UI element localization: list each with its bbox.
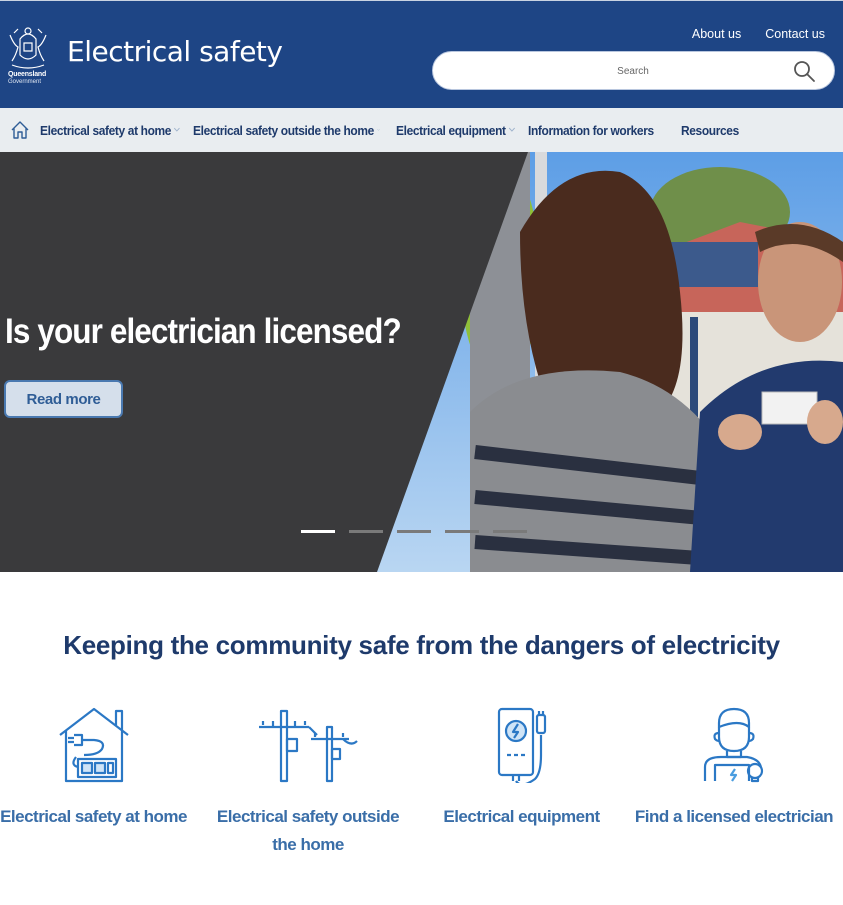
card-label: Find a licensed electrician — [634, 807, 834, 826]
search-input[interactable] — [453, 61, 813, 81]
nav-item-electrical-safety-outside-home[interactable]: Electrical safety outside the home — [193, 123, 380, 138]
hero-dark-panel — [0, 152, 528, 572]
nav-item-label: Information for workers — [528, 122, 654, 138]
read-more-button[interactable]: Read more — [4, 380, 123, 418]
about-us-link[interactable]: About us — [692, 27, 741, 41]
carousel-dot-4[interactable] — [445, 530, 479, 533]
nav-item-label: Resources — [681, 122, 739, 138]
nav-item-label: Electrical equipment — [396, 122, 506, 138]
search-box — [432, 51, 835, 90]
contact-us-link[interactable]: Contact us — [765, 27, 825, 41]
card-electrical-equipment[interactable]: Electrical equipment — [430, 705, 613, 831]
nav-item-label: Electrical safety outside the home — [193, 122, 374, 138]
nav-item-label: Electrical safety at home — [40, 122, 172, 138]
card-electrical-safety-outside-home[interactable]: Electrical safety outside the home — [203, 705, 413, 859]
card-label: Electrical equipment — [443, 807, 600, 826]
electrician-icon — [703, 707, 764, 783]
nav-item-information-for-workers[interactable]: Information for workers — [528, 123, 669, 138]
logo-text-queensland: Queensland — [8, 71, 47, 78]
search-icon[interactable] — [792, 59, 816, 83]
hero-carousel: Is your electrician licensed? Read more — [0, 152, 843, 572]
card-electrical-safety-at-home[interactable]: Electrical safety at home — [0, 705, 187, 831]
qld-government-logo[interactable]: Queensland Government — [4, 25, 54, 87]
card-label: Electrical safety at home — [0, 807, 187, 826]
chevron-down-icon — [174, 127, 181, 132]
card-find-licensed-electrician[interactable]: Find a licensed electrician — [634, 705, 834, 831]
chevron-down-icon — [376, 129, 380, 131]
card-label: Electrical safety outside the home — [216, 807, 400, 854]
carousel-dot-1[interactable] — [301, 530, 335, 533]
section-title: Keeping the community safe from the dang… — [63, 630, 780, 660]
nav-item-electrical-equipment[interactable]: Electrical equipment — [396, 123, 517, 138]
coat-of-arms-icon — [9, 27, 47, 69]
carousel-dot-3[interactable] — [397, 530, 431, 533]
chevron-down-icon — [508, 127, 516, 132]
power-bank-icon — [497, 707, 546, 783]
power-poles-icon — [259, 709, 358, 783]
house-plug-icon — [58, 707, 129, 783]
carousel-indicators — [301, 530, 527, 533]
carousel-dot-5[interactable] — [493, 530, 527, 533]
logo-text-government: Government — [8, 79, 42, 85]
carousel-dot-2[interactable] — [349, 530, 383, 533]
main-navigation: Electrical safety at home Electrical saf… — [0, 108, 843, 152]
site-header: Queensland Government Electrical safety … — [0, 0, 843, 108]
utility-links: About us Contact us — [692, 27, 825, 41]
home-icon[interactable] — [10, 120, 30, 140]
site-title[interactable]: Electrical safety — [67, 35, 283, 68]
hero-title: Is your electrician licensed? — [5, 312, 402, 351]
nav-item-electrical-safety-at-home[interactable]: Electrical safety at home — [40, 123, 181, 138]
nav-items: Electrical safety at home Electrical saf… — [40, 108, 744, 152]
nav-item-resources[interactable]: Resources — [681, 123, 739, 138]
